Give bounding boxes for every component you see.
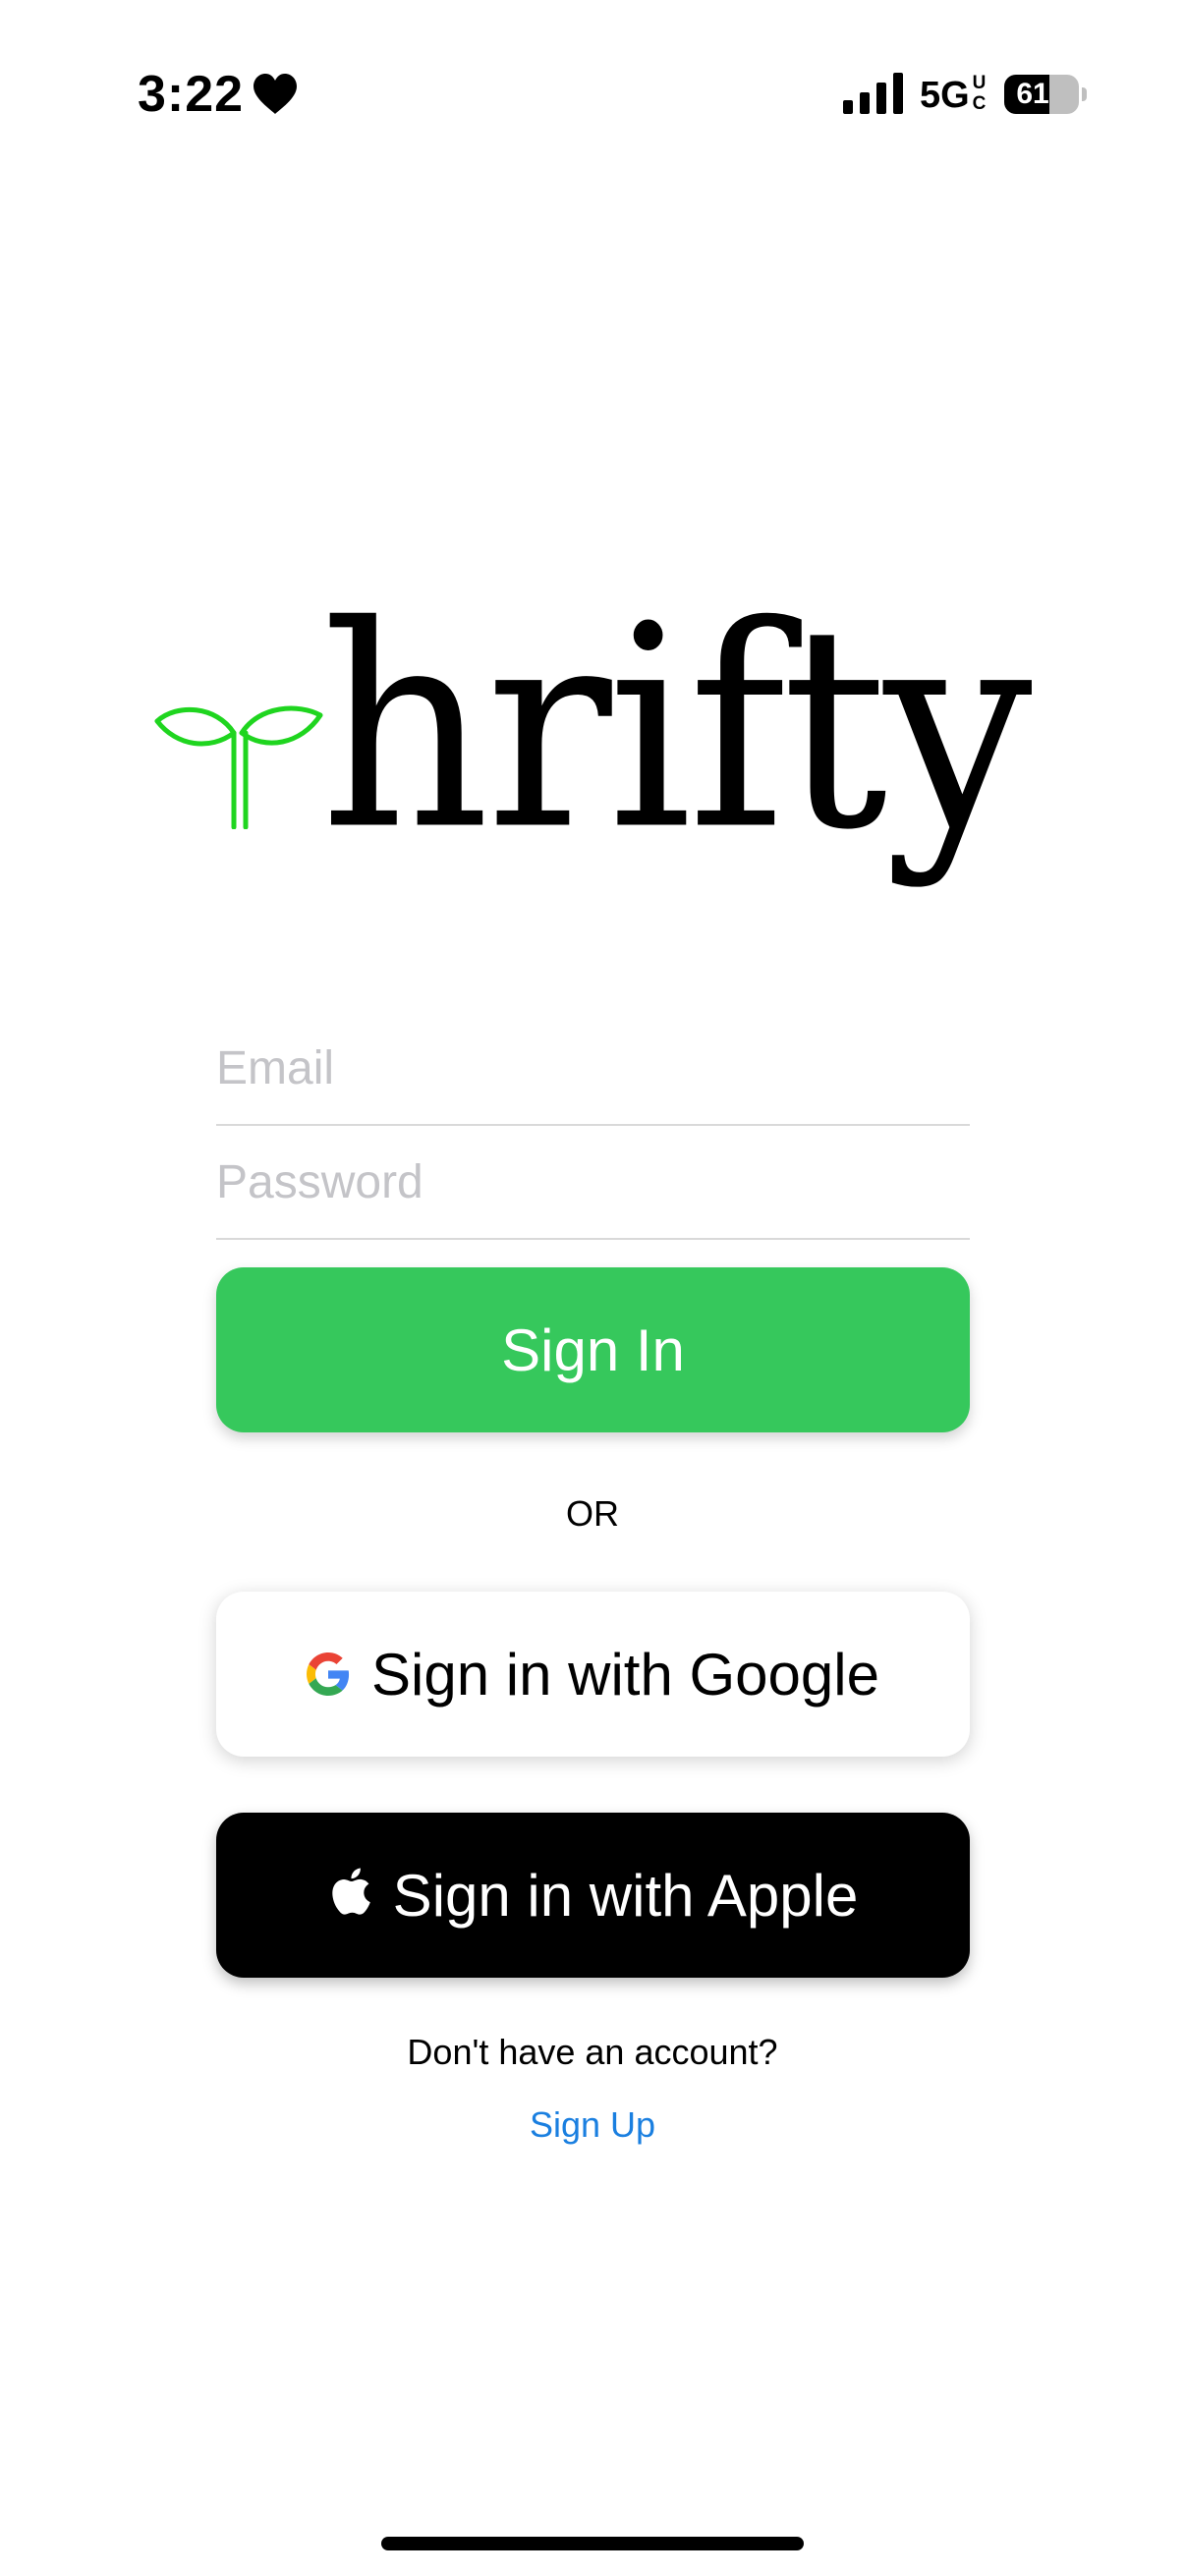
apple-sign-in-button[interactable]: Sign in with Apple: [216, 1813, 970, 1978]
google-sign-in-button[interactable]: Sign in with Google: [216, 1592, 970, 1757]
logo-text: hrifty: [320, 566, 1033, 892]
google-sign-in-label: Sign in with Google: [371, 1641, 879, 1708]
battery-level: 61: [1016, 78, 1049, 110]
battery-icon: 61: [1004, 75, 1087, 116]
email-field[interactable]: [216, 1012, 970, 1126]
sign-in-label: Sign In: [501, 1316, 685, 1383]
or-divider-label: OR: [566, 1493, 619, 1534]
status-bar: 3:22 5G UC 61: [0, 0, 1185, 196]
login-form: [216, 1012, 970, 1240]
sprout-icon: [154, 705, 323, 829]
signal-icon: [843, 73, 903, 114]
network-label: 5G: [920, 75, 970, 116]
apple-sign-in-label: Sign in with Apple: [392, 1862, 859, 1929]
network-superscript: UC: [969, 73, 989, 114]
google-icon: [307, 1652, 350, 1696]
home-indicator[interactable]: [381, 2537, 804, 2550]
app-logo: hrifty: [147, 566, 1033, 904]
battery-body: 61: [1004, 75, 1079, 114]
sign-up-link[interactable]: Sign Up: [494, 2104, 691, 2146]
battery-cap: [1082, 87, 1087, 101]
password-field[interactable]: [216, 1126, 970, 1240]
heart-icon: [254, 74, 297, 114]
status-time: 3:22: [138, 66, 245, 123]
sign-in-button[interactable]: Sign In: [216, 1267, 970, 1432]
apple-icon: [331, 1868, 370, 1915]
no-account-text: Don't have an account?: [407, 2032, 778, 2072]
